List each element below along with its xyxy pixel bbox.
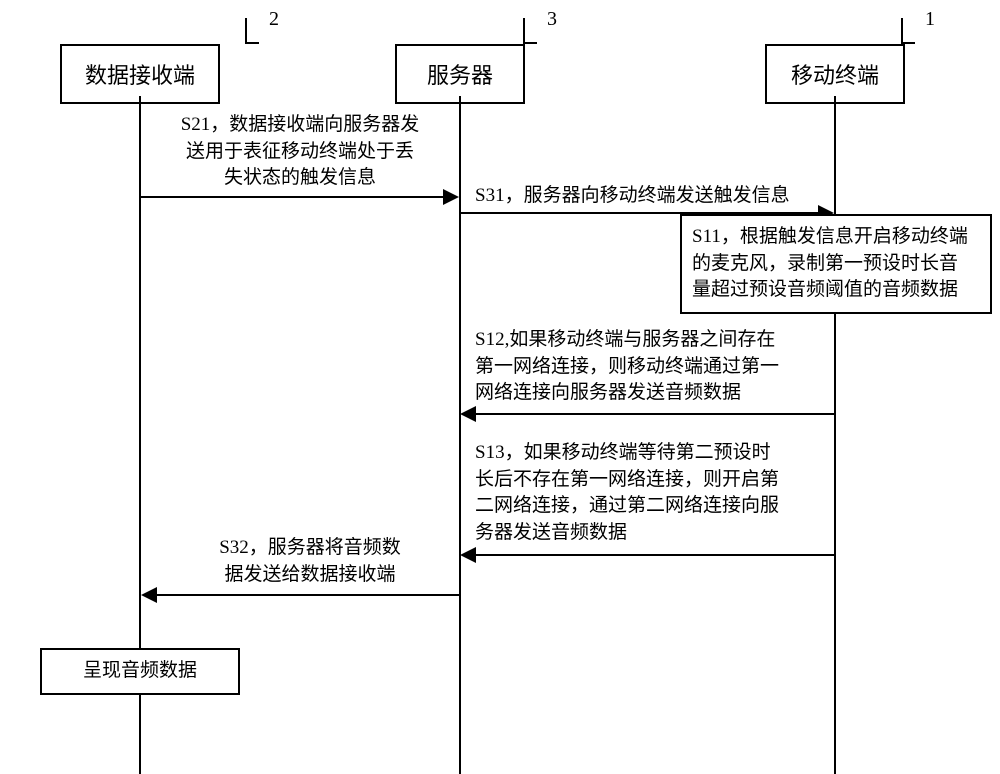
- activation-s11: S11，根据触发信息开启移动终端 的麦克风，录制第一预设时长音 量超过预设音频阈…: [680, 214, 992, 314]
- bracket-line: [245, 18, 259, 44]
- actor-receiver-label: 数据接收端: [85, 63, 195, 88]
- message-s12: S12,如果移动终端与服务器之间存在 第一网络连接，则移动终端通过第一 网络连接…: [475, 327, 835, 407]
- arrow-head: [443, 189, 459, 205]
- actor-receiver: 数据接收端: [60, 44, 220, 104]
- actor-number-receiver: 2: [269, 8, 279, 31]
- message-s13: S13，如果移动终端等待第二预设时 长后不存在第一网络连接，则开启第 二网络连接…: [475, 440, 835, 546]
- arrow-s32: [157, 594, 459, 596]
- message-s32: S32，服务器将音频数 据发送给数据接收端: [180, 535, 440, 588]
- bracket-line: [523, 18, 537, 44]
- final-box: 呈现音频数据: [40, 648, 240, 695]
- arrow-head: [460, 406, 476, 422]
- actor-server-label: 服务器: [427, 63, 493, 88]
- actor-terminal: 移动终端: [765, 44, 905, 104]
- bracket-line: [901, 18, 915, 44]
- actor-number-terminal: 1: [925, 8, 935, 31]
- actor-number-server: 3: [547, 8, 557, 31]
- lifeline-server: [459, 96, 461, 774]
- arrow-head: [460, 547, 476, 563]
- arrow-s12: [476, 413, 834, 415]
- final-box-text: 呈现音频数据: [83, 660, 197, 681]
- actor-terminal-label: 移动终端: [791, 63, 879, 88]
- arrow-s13: [476, 554, 834, 556]
- message-s21: S21，数据接收端向服务器发 送用于表征移动终端处于丢 失状态的触发信息: [150, 112, 450, 192]
- activation-s11-text: S11，根据触发信息开启移动终端 的麦克风，录制第一预设时长音 量超过预设音频阈…: [692, 226, 968, 300]
- arrow-head: [141, 587, 157, 603]
- message-s31: S31，服务器向移动终端发送触发信息: [475, 183, 835, 210]
- actor-server: 服务器: [395, 44, 525, 104]
- arrow-s21: [141, 196, 443, 198]
